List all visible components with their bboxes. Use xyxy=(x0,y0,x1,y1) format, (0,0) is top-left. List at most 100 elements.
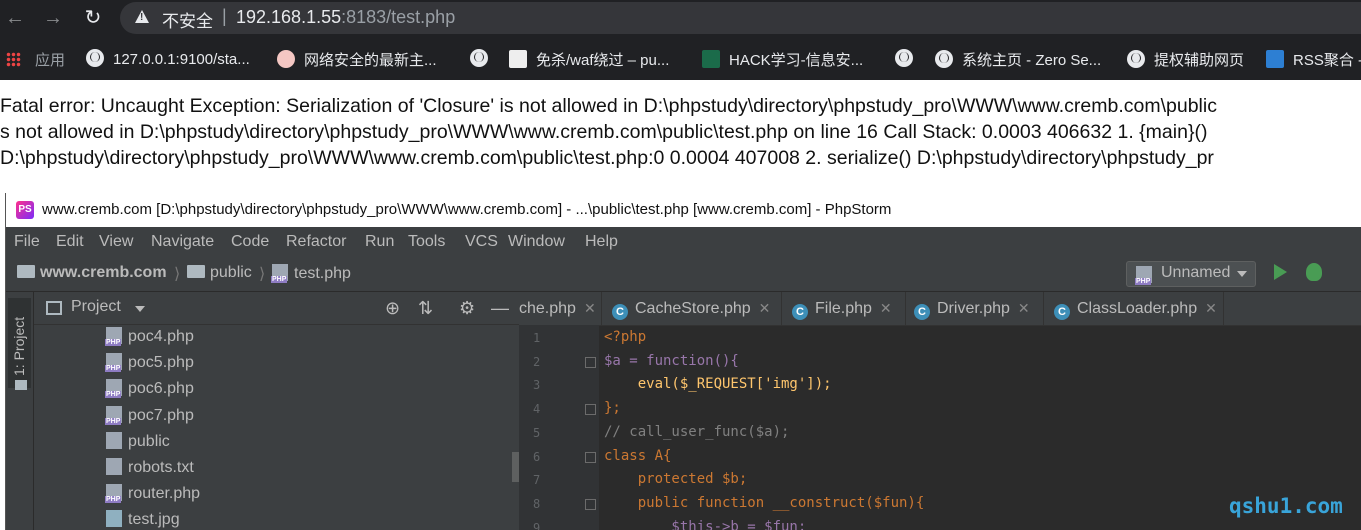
tree-item-label: poc7.php xyxy=(128,407,194,424)
tree-item[interactable]: router.php xyxy=(105,484,200,503)
tree-item[interactable]: test.jpg xyxy=(106,510,180,529)
close-icon[interactable]: ✕ xyxy=(1205,300,1217,316)
editor-tab[interactable]: C ClassLoader.php ✕ xyxy=(1044,292,1224,325)
code-text: class A{ xyxy=(604,448,672,464)
menu-help[interactable]: Help xyxy=(585,233,618,251)
menu-window[interactable]: Window xyxy=(508,233,565,251)
code-line[interactable]: class A{ xyxy=(604,448,671,464)
run-configuration-dropdown[interactable]: Unnamed xyxy=(1126,261,1256,287)
bookmark-apps[interactable]: 应用 xyxy=(6,49,65,70)
url-text[interactable]: 192.168.1.55:8183/test.php xyxy=(236,7,455,28)
menu-bar: File Edit View Navigate Code Refactor Ru… xyxy=(6,227,1361,257)
arrow-right-icon[interactable]: → xyxy=(40,5,66,31)
warning-icon[interactable] xyxy=(135,10,149,23)
reload-icon[interactable]: ↻ xyxy=(80,5,106,31)
fold-marker-icon[interactable] xyxy=(585,499,596,510)
chevron-down-icon[interactable] xyxy=(135,306,145,312)
code-text: public function __construct($fun){ xyxy=(604,495,925,511)
window-titlebar[interactable]: PS www.cremb.com [D:\phpstudy\directory\… xyxy=(6,193,1361,227)
code-line[interactable]: public function __construct($fun){ xyxy=(604,495,925,511)
breadcrumb-project[interactable]: www.cremb.com xyxy=(17,264,167,282)
bookmark-item[interactable]: RSS聚合 - xyxy=(1266,49,1361,70)
menu-edit[interactable]: Edit xyxy=(56,233,84,251)
bookmarks-bar: 应用 127.0.0.1:9100/sta... 网络安全的最新主... 免杀/… xyxy=(0,37,1361,80)
folder-icon xyxy=(15,380,27,390)
fold-marker-icon[interactable] xyxy=(585,404,596,415)
bookmark-item[interactable] xyxy=(895,49,922,68)
tree-item[interactable]: poc4.php xyxy=(105,327,194,346)
code-line[interactable]: $a = function(){ xyxy=(604,353,739,369)
bookmark-item[interactable]: 系统主页 - Zero Se... xyxy=(935,49,1101,70)
breadcrumb-folder[interactable]: public xyxy=(187,264,252,282)
code-line[interactable]: $this->b = $fun; xyxy=(604,519,806,530)
fold-marker-icon[interactable] xyxy=(585,452,596,463)
code-line[interactable]: }; xyxy=(604,400,621,416)
close-icon[interactable]: ✕ xyxy=(880,300,892,316)
menu-tools[interactable]: Tools xyxy=(408,233,445,251)
bookmark-item[interactable]: 网络安全的最新主... xyxy=(277,49,437,70)
editor-tab[interactable]: C File.php ✕ xyxy=(782,292,906,325)
globe-icon xyxy=(935,50,953,68)
folder-icon xyxy=(187,265,205,278)
tree-item[interactable]: poc6.php xyxy=(105,379,194,398)
menu-navigate[interactable]: Navigate xyxy=(151,233,214,251)
code-line[interactable]: eval($_REQUEST['img']); xyxy=(604,376,832,392)
php-file-icon xyxy=(105,379,122,398)
project-panel-title[interactable]: Project xyxy=(71,298,121,316)
menu-refactor[interactable]: Refactor xyxy=(286,233,346,251)
menu-run[interactable]: Run xyxy=(365,233,394,251)
code-line[interactable]: // call_user_func($a); xyxy=(604,424,789,440)
left-tool-strip: 1: Project xyxy=(6,292,34,530)
close-icon[interactable]: ✕ xyxy=(1018,300,1030,316)
editor-tab[interactable]: C Driver.php ✕ xyxy=(906,292,1044,325)
tree-item-label: poc4.php xyxy=(128,328,194,345)
menu-file[interactable]: File xyxy=(14,233,40,251)
tree-item[interactable]: robots.txt xyxy=(106,458,194,477)
menu-vcs[interactable]: VCS xyxy=(465,233,498,251)
bookmark-item[interactable]: HACK学习-信息安... xyxy=(702,49,863,70)
arrow-left-icon[interactable]: ← xyxy=(2,5,28,31)
gear-icon[interactable]: ⚙ xyxy=(459,298,475,319)
phpstorm-logo-icon: PS xyxy=(16,201,34,219)
address-bar[interactable]: 不安全 | 192.168.1.55:8183/test.php xyxy=(120,2,1361,34)
menu-code[interactable]: Code xyxy=(231,233,269,251)
editor-tab-text: che.php ✕ xyxy=(519,300,596,317)
minimize-icon[interactable]: — xyxy=(491,298,509,319)
code-line[interactable]: <?php xyxy=(604,329,646,345)
project-tool-tab[interactable]: 1: Project xyxy=(8,298,31,390)
tree-item[interactable]: public xyxy=(106,432,170,451)
text-file-icon xyxy=(106,458,122,475)
line-number: 6 xyxy=(533,450,541,464)
editor-tab[interactable]: che.php ✕ xyxy=(519,292,602,325)
editor-tab-text: C File.php ✕ xyxy=(792,300,892,320)
collapse-all-icon[interactable]: ⇅ xyxy=(418,298,433,319)
code-line[interactable]: protected $b; xyxy=(604,471,748,487)
bookmark-item[interactable]: 提权辅助网页 xyxy=(1127,49,1244,70)
url-separator: | xyxy=(222,6,227,26)
insecure-label[interactable]: 不安全 xyxy=(162,7,213,32)
run-icon[interactable] xyxy=(1274,264,1287,280)
tree-item[interactable]: poc5.php xyxy=(105,353,194,372)
editor-tab[interactable]: C CacheStore.php ✕ xyxy=(602,292,782,325)
error-line: s not allowed in D:\phpstudy\directory\p… xyxy=(0,121,1208,143)
bookmark-item[interactable]: 免杀/waf绕过 – pu... xyxy=(509,49,669,70)
menu-view[interactable]: View xyxy=(99,233,133,251)
folder-icon xyxy=(17,265,35,278)
window-title: www.cremb.com [D:\phpstudy\directory\php… xyxy=(42,201,892,218)
php-file-icon xyxy=(105,406,122,425)
browser-toolbar: ← → ↻ 不安全 | 192.168.1.55:8183/test.php xyxy=(0,0,1361,37)
editor-tab-text: C Driver.php ✕ xyxy=(914,300,1030,320)
line-number: 5 xyxy=(533,426,541,440)
bookmark-item[interactable] xyxy=(470,49,497,68)
navigation-bar: www.cremb.com ⟩ public ⟩ test.php Unname… xyxy=(6,257,1361,292)
bookmark-item[interactable]: 127.0.0.1:9100/sta... xyxy=(86,49,250,68)
debug-bug-icon[interactable] xyxy=(1306,263,1322,281)
breadcrumb-file[interactable]: test.php xyxy=(271,264,351,283)
site-icon xyxy=(277,50,295,68)
close-icon[interactable]: ✕ xyxy=(584,300,596,316)
tree-item[interactable]: poc7.php xyxy=(105,406,194,425)
target-locate-icon[interactable]: ⊕ xyxy=(385,298,400,319)
close-icon[interactable]: ✕ xyxy=(759,300,771,316)
fold-marker-icon[interactable] xyxy=(585,357,596,368)
scrollbar[interactable] xyxy=(512,452,519,482)
